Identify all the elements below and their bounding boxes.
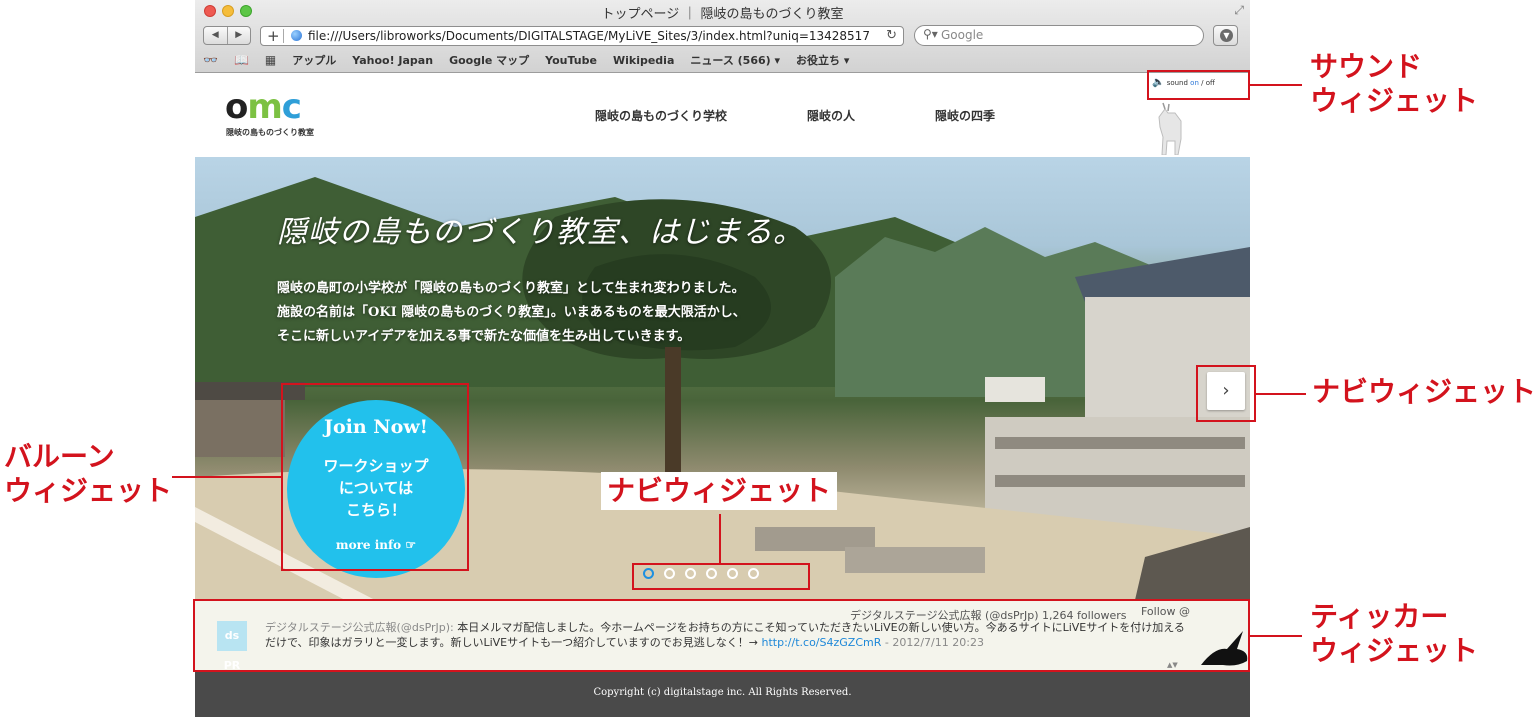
nav-item-seasons[interactable]: 隠岐の四季 (935, 107, 995, 124)
navi-widget-highlight (1196, 365, 1256, 422)
ticker-widget-highlight (193, 599, 1250, 672)
sound-widget-highlight (1147, 70, 1250, 100)
balloon-widget-highlight (281, 383, 469, 571)
reload-icon[interactable]: ↻ (886, 27, 897, 45)
reading-list-icon[interactable]: 👓 (203, 53, 218, 67)
bookmark-yahoo[interactable]: Yahoo! Japan (352, 54, 433, 67)
forward-button[interactable]: ▶ (228, 27, 251, 44)
top-sites-grid-icon[interactable]: ▦ (265, 53, 276, 67)
divider (283, 29, 284, 43)
address-bar[interactable]: + file:///Users/libroworks/Documents/DIG… (260, 26, 904, 46)
navi-widget-callout: ナビウィジェット (1312, 375, 1537, 408)
callout-line: ウィジェット (1310, 84, 1479, 117)
callout-line: バルーン (4, 440, 115, 473)
globe-icon (291, 30, 302, 41)
sound-widget-callout: サウンド ウィジェット (1310, 50, 1478, 118)
downloads-button[interactable]: ▼ (1213, 25, 1238, 46)
goat-illustration (1158, 102, 1182, 155)
search-icon: ⚲▾ (923, 27, 938, 41)
bookmark-apple[interactable]: アップル (292, 52, 336, 68)
callout-line: ティッカー (1310, 600, 1449, 633)
back-button[interactable]: ◀ (204, 27, 228, 44)
bookmark-youtube[interactable]: YouTube (545, 54, 597, 67)
hero-body: 隠岐の島町の小学校が「隠岐の島ものづくり教室」として生まれ変わりました。 施設の… (277, 277, 746, 349)
search-placeholder: Google (941, 28, 984, 42)
hero-line-3: そこに新しいアイデアを加える事で新たな価値を生み出していきます。 (277, 329, 691, 344)
site-logo[interactable]: omc (225, 89, 302, 125)
browser-toolbar: トップページ ｜ 隠岐の島ものづくり教室 ⤢ ◀ ▶ + file:///Use… (195, 0, 1250, 73)
back-forward-buttons: ◀ ▶ (203, 26, 251, 45)
hero-line-2: 施設の名前は「OKI 隠岐の島ものづくり教室」。いまあるものを最大限活かし、 (277, 305, 746, 320)
navi-center-callout-line (719, 514, 721, 564)
nav-item-school[interactable]: 隠岐の島ものづくり学校 (595, 107, 727, 124)
balloon-widget-callout: バルーン ウィジェット (4, 440, 172, 508)
logo-subtitle: 隠岐の島ものづくり教室 (226, 128, 314, 137)
url-text[interactable]: file:///Users/libroworks/Documents/DIGIT… (308, 28, 878, 45)
callout-line: ウィジェット (1310, 634, 1479, 667)
bookmark-news[interactable]: ニュース (566) ▾ (690, 52, 780, 68)
balloon-callout-line (172, 476, 281, 478)
sound-callout-line (1250, 84, 1302, 86)
navi-callout-line (1256, 393, 1306, 395)
copyright-text: Copyright (c) digitalstage inc. All Righ… (593, 687, 852, 698)
bookmark-useful[interactable]: お役立ち ▾ (796, 52, 849, 68)
site-nav: 隠岐の島ものづくり学校 隠岐の人 隠岐の四季 (595, 107, 995, 124)
bookmark-google-maps[interactable]: Google マップ (449, 52, 529, 68)
search-field[interactable]: ⚲▾ Google (914, 25, 1204, 46)
ticker-callout-line (1250, 635, 1302, 637)
bookmarks-bar: 👓 📖 ▦ アップル Yahoo! Japan Google マップ YouTu… (203, 51, 849, 69)
fullscreen-icon[interactable]: ⤢ (1234, 3, 1244, 18)
callout-line: ウィジェット (4, 474, 173, 507)
ticker-widget-callout: ティッカー ウィジェット (1310, 600, 1478, 668)
site-footer: Copyright (c) digitalstage inc. All Righ… (195, 672, 1250, 717)
bookmark-wikipedia[interactable]: Wikipedia (613, 54, 674, 67)
download-icon: ▼ (1220, 29, 1233, 42)
add-bookmark-icon[interactable]: + (267, 27, 280, 45)
hero-title: 隠岐の島ものづくり教室、はじまる。 (277, 215, 804, 250)
callout-line: サウンド (1310, 50, 1423, 83)
bookmarks-book-icon[interactable]: 📖 (234, 53, 249, 67)
hero-line-1: 隠岐の島町の小学校が「隠岐の島ものづくり教室」として生まれ変わりました。 (277, 281, 745, 296)
dots-highlight (632, 563, 810, 590)
nav-item-people[interactable]: 隠岐の人 (807, 107, 855, 124)
site-header: omc 隠岐の島ものづくり教室 隠岐の島ものづくり学校 隠岐の人 隠岐の四季 🔈… (195, 73, 1250, 157)
navi-widget-center-callout: ナビウィジェット (601, 472, 838, 510)
window-title: トップページ ｜ 隠岐の島ものづくり教室 (601, 7, 844, 22)
